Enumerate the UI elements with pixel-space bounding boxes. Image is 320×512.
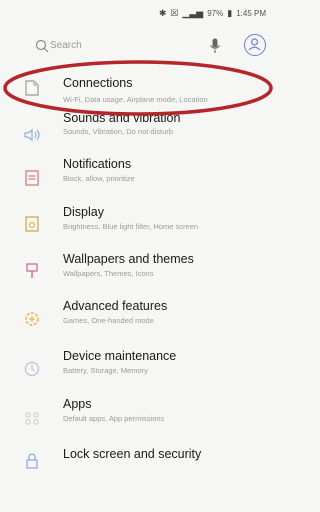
settings-item-title: Notifications (63, 157, 132, 171)
settings-item-notifications[interactable]: Notifications Block, allow, prioritize (0, 154, 276, 204)
settings-item-title: Wallpapers and themes (63, 252, 194, 266)
notifications-icon (25, 170, 39, 186)
settings-item-advanced[interactable]: Advanced features Games, One-handed mode (0, 295, 276, 345)
settings-item-title: Lock screen and security (63, 447, 202, 461)
mute-icon: ☒ (170, 7, 179, 18)
brush-icon (26, 263, 38, 278)
battery-level: 97% (207, 8, 224, 18)
speaker-icon (24, 128, 40, 142)
settings-item-title: Sounds and vibration (63, 111, 181, 125)
settings-item-lock-screen[interactable]: Lock screen and security (0, 443, 276, 493)
mic-icon[interactable] (208, 37, 222, 55)
search-bar[interactable]: Search (0, 28, 276, 64)
settings-item-subtitle: Wallpapers, Themes, Icons (63, 269, 154, 278)
maintenance-icon (24, 361, 40, 377)
settings-item-apps[interactable]: Apps Default apps, App permissions (0, 394, 276, 444)
search-input[interactable]: Search (50, 40, 82, 51)
display-icon (25, 216, 39, 232)
apps-icon (25, 412, 39, 425)
settings-item-subtitle: Battery, Storage, Memory (63, 366, 148, 375)
settings-item-title: Device maintenance (63, 349, 177, 363)
search-icon[interactable] (34, 38, 50, 54)
settings-item-title: Advanced features (63, 299, 168, 313)
lock-icon (26, 453, 38, 469)
settings-item-title: Display (63, 205, 104, 219)
settings-item-wallpapers[interactable]: Wallpapers and themes Wallpapers, Themes… (0, 247, 276, 297)
settings-item-subtitle: Wi-Fi, Data usage, Airplane mode, Locati… (63, 95, 208, 104)
profile-icon[interactable] (244, 34, 266, 56)
settings-item-subtitle: Block, allow, prioritize (63, 174, 135, 183)
settings-item-device-maintenance[interactable]: Device maintenance Battery, Storage, Mem… (0, 345, 276, 395)
gear-plus-icon (25, 312, 39, 326)
settings-item-subtitle: Brightness, Blue light filter, Home scre… (63, 222, 199, 231)
connections-icon (25, 80, 39, 96)
bluetooth-icon: ✱ (158, 7, 167, 18)
settings-item-subtitle: Default apps, App permissions (63, 414, 165, 423)
settings-item-title: Connections (63, 76, 133, 90)
settings-item-display[interactable]: Display Brightness, Blue light filter, H… (0, 200, 276, 250)
status-bar: ✱ ☒ ▁▃▅ 97% ▮ 1:45 PM (0, 0, 276, 26)
settings-item-connections[interactable]: Connections Wi-Fi, Data usage, Airplane … (0, 64, 276, 114)
clock: 1:45 PM (236, 8, 266, 18)
settings-item-subtitle: Sounds, Vibration, Do not disturb (63, 127, 173, 136)
settings-item-title: Apps (63, 397, 92, 411)
settings-item-subtitle: Games, One-handed mode (63, 316, 154, 325)
battery-icon: ▮ (227, 7, 233, 18)
signal-icon: ▁▃▅ (182, 7, 204, 18)
